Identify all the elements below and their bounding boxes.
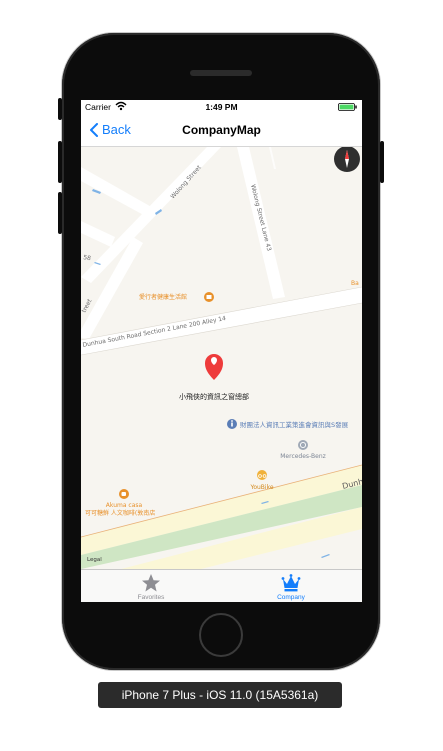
compass-icon[interactable]: [334, 147, 360, 172]
home-button[interactable]: [199, 613, 243, 657]
status-time: 1:49 PM: [205, 102, 238, 112]
tab-company-label: Company: [277, 594, 305, 601]
crown-icon: [281, 574, 301, 592]
poi-label-selected: 小飛俠的資訊之窗總部: [179, 392, 249, 401]
poi-label-coffee-shop: 可可糖鮮 人文咖啡(敦南店: [85, 509, 155, 517]
street-label-partial-58: 58: [83, 254, 92, 262]
car-icon[interactable]: [298, 440, 308, 450]
poi-label-mercedes: Mercedes-Benz: [280, 453, 326, 460]
page-title: CompanyMap: [182, 123, 261, 137]
poi-label-akuma-casa: Akuma casa: [106, 502, 143, 509]
app-screen: Carrier 1:49 PM Back CompanyMap Wolong S…: [81, 100, 362, 602]
tab-favorites[interactable]: Favorites: [81, 570, 221, 602]
bicycle-icon[interactable]: [257, 470, 267, 480]
street-label-ba: Ba: [351, 280, 359, 287]
poi-label-health-shop: 愛行者健康生活館: [139, 293, 187, 301]
mute-switch: [58, 98, 62, 120]
tab-favorites-label: Favorites: [137, 594, 165, 601]
volume-up-button: [58, 141, 62, 183]
poi-label-institute: 財團法人資訊工業策進會資訊與S發展: [240, 420, 349, 429]
info-pin-icon[interactable]: [227, 419, 237, 429]
power-button: [380, 141, 384, 183]
volume-down-button: [58, 192, 62, 234]
speaker-grille: [190, 70, 252, 76]
tab-bar: Favorites Company: [81, 569, 362, 602]
navigation-bar: Back CompanyMap: [81, 114, 362, 147]
poi-label-youbike: YouBike: [249, 484, 273, 491]
tab-company[interactable]: Company: [221, 570, 361, 602]
legal-link[interactable]: Legal: [87, 557, 102, 563]
coffee-cup-icon[interactable]: [119, 489, 129, 499]
star-icon: [142, 574, 160, 592]
battery-icon: [338, 103, 357, 111]
map-view[interactable]: Wolong Street Wolong Street Lane 43 Dunh…: [81, 147, 362, 569]
shopping-bag-icon[interactable]: [204, 292, 214, 302]
device-caption: iPhone 7 Plus - iOS 11.0 (15A5361a): [98, 682, 342, 708]
status-bar: Carrier 1:49 PM: [81, 100, 362, 114]
